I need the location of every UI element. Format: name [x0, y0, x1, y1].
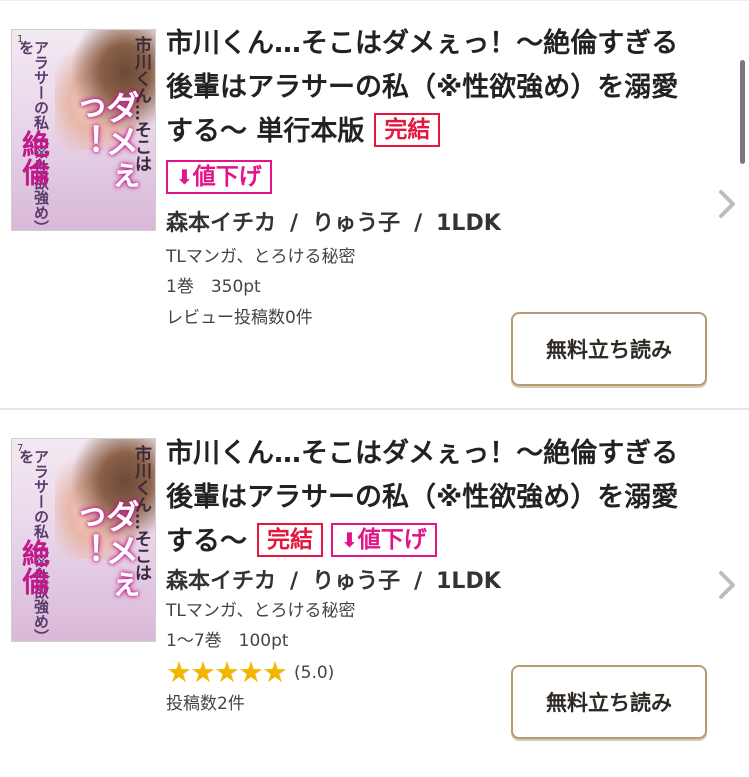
star-icon: ★ — [238, 655, 264, 689]
genre-label: TLマンガ、とろける秘密 — [166, 247, 356, 267]
arrow-down-icon: ⬇ — [341, 527, 358, 552]
book-cover-image[interactable]: 1 市川くん…そこは アラサーの私（※性欲強め）を ダメぇっ！ 絶倫 — [11, 29, 156, 231]
volume-price: 1巻 350pt — [166, 277, 261, 297]
star-icon: ★ — [262, 655, 288, 689]
review-count: レビュー投稿数0件 — [166, 308, 313, 328]
author-name[interactable]: りゅう子 — [312, 211, 400, 236]
completed-badge: 完結 — [257, 522, 323, 557]
publisher-name[interactable]: 1LDK — [436, 569, 501, 594]
book-title[interactable]: 市川くん…そこはダメぇっ！〜絶倫すぎる後輩はアラサーの私（※性欲強め）を溺愛する… — [166, 22, 691, 154]
author-separator: / — [414, 211, 423, 236]
scrollbar[interactable] — [740, 60, 745, 164]
book-cover-image[interactable]: 7 市川くん…そこは アラサーの私（※性欲強め）を ダメぇっ！ 絶倫 — [11, 438, 156, 642]
cover-title-big-2: 絶倫 — [18, 130, 51, 186]
book-list-item[interactable]: 7 市川くん…そこは アラサーの私（※性欲強め）を ダメぇっ！ 絶倫 市川くん…… — [0, 410, 749, 777]
free-preview-button[interactable]: 無料立ち読み — [511, 665, 707, 739]
price-down-badge: ⬇値下げ — [166, 160, 272, 194]
book-list-item[interactable]: 1 市川くん…そこは アラサーの私（※性欲強め）を ダメぇっ！ 絶倫 市川くん…… — [0, 0, 749, 408]
rating-value: (5.0) — [294, 663, 335, 683]
chevron-right-icon[interactable] — [718, 189, 736, 219]
star-rating: ★★★★★ (5.0) — [166, 655, 335, 689]
review-count: 投稿数2件 — [166, 694, 245, 714]
author-separator: / — [290, 211, 299, 236]
completed-badge: 完結 — [374, 112, 441, 147]
price-down-badge: ⬇値下げ — [331, 522, 437, 557]
star-icon: ★ — [166, 655, 192, 689]
free-preview-button[interactable]: 無料立ち読み — [511, 312, 707, 386]
author-name[interactable]: 森本イチカ — [166, 211, 276, 236]
cover-title-big: ダメぇっ！ — [65, 90, 139, 192]
genre-label: TLマンガ、とろける秘密 — [166, 601, 356, 621]
author-name[interactable]: 森本イチカ — [166, 569, 276, 594]
price-down-label: 値下げ — [357, 526, 427, 553]
authors: 森本イチカ / りゅう子 / 1LDK — [166, 205, 501, 237]
star-icon: ★ — [214, 655, 240, 689]
cover-title-big-2: 絶倫 — [18, 539, 51, 595]
chevron-right-icon[interactable] — [718, 570, 736, 600]
publisher-name[interactable]: 1LDK — [436, 211, 501, 236]
author-separator: / — [414, 569, 423, 594]
authors: 森本イチカ / りゅう子 / 1LDK — [166, 563, 501, 595]
cover-title-big: ダメぇっ！ — [65, 499, 139, 601]
arrow-down-icon: ⬇ — [176, 165, 193, 189]
author-separator: / — [290, 569, 299, 594]
book-title[interactable]: 市川くん…そこはダメぇっ！〜絶倫すぎる後輩はアラサーの私（※性欲強め）を溺愛する… — [166, 432, 691, 564]
author-name[interactable]: りゅう子 — [312, 569, 400, 594]
volume-price: 1〜7巻 100pt — [166, 631, 289, 651]
price-down-label: 値下げ — [192, 164, 262, 190]
star-icon: ★ — [190, 655, 216, 689]
badges-row: ⬇値下げ — [166, 160, 272, 197]
